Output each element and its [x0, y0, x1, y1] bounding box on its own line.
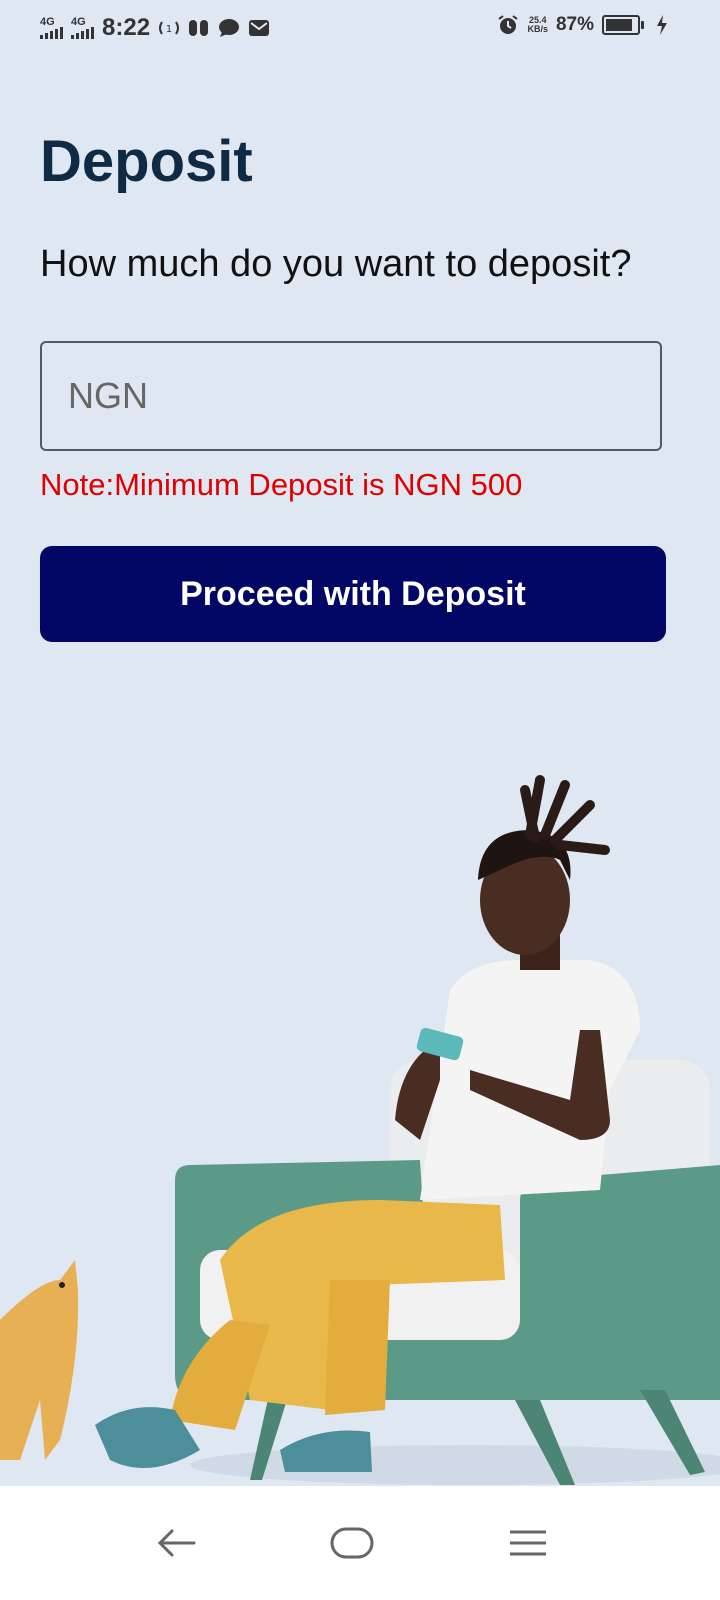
cat-eye: [59, 1282, 65, 1288]
network-speed: 25.4 KB/s: [527, 16, 548, 34]
system-navigation-bar: [0, 1486, 720, 1600]
minimum-deposit-note: Note:Minimum Deposit is NGN 500: [40, 467, 523, 502]
home-icon: [330, 1527, 374, 1559]
deposit-question: How much do you want to deposit?: [40, 243, 632, 285]
app-notification-icon: [188, 18, 210, 38]
status-bar: 4G 4G 8:22 1 25.4 KB/s 87%: [0, 0, 720, 56]
network-type-label: 4G: [40, 16, 55, 28]
mail-icon: [248, 19, 270, 37]
network-type-label: 4G: [71, 16, 86, 28]
status-left: 4G 4G 8:22 1: [40, 14, 270, 42]
cat: [0, 1260, 79, 1460]
amount-input[interactable]: [40, 341, 662, 451]
speed-unit: KB/s: [527, 24, 548, 34]
back-icon: [157, 1529, 196, 1557]
hotspot-icon: 1: [158, 19, 180, 37]
menu-button[interactable]: [493, 1508, 563, 1578]
alarm-icon: [497, 14, 519, 36]
proceed-with-deposit-button[interactable]: Proceed with Deposit: [40, 546, 666, 642]
pants-leg: [325, 1280, 390, 1415]
shoe: [280, 1430, 372, 1472]
page-title: Deposit: [40, 129, 253, 194]
clock: 8:22: [102, 14, 151, 41]
charging-icon: [656, 15, 668, 35]
battery-percent: 87%: [555, 14, 594, 35]
svg-text:1: 1: [166, 24, 172, 35]
back-button[interactable]: [141, 1508, 211, 1578]
chat-icon: [218, 18, 240, 38]
signal-icon: 4G: [71, 17, 94, 39]
battery-level-fill: [606, 19, 632, 31]
battery-icon: [602, 15, 644, 35]
dreadlocks: [520, 775, 610, 855]
person-on-chair-illustration: [0, 775, 720, 1485]
signal-icon: 4G: [40, 17, 63, 39]
menu-icon: [510, 1530, 546, 1556]
home-button[interactable]: [317, 1508, 387, 1578]
status-right: 25.4 KB/s 87%: [497, 14, 668, 36]
